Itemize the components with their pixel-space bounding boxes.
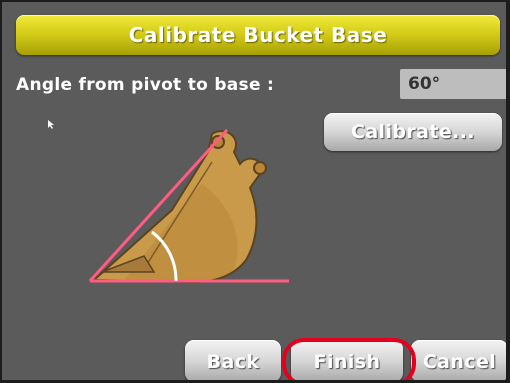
calibrate-button[interactable]: Calibrate... — [324, 113, 502, 151]
back-button[interactable]: Back — [185, 340, 281, 380]
angle-input[interactable]: 60° — [400, 69, 506, 99]
excavator-bucket-icon — [88, 128, 289, 284]
calibration-screen: Calibrate Bucket Base Angle from pivot t… — [2, 2, 506, 380]
finish-highlight-ring — [282, 338, 416, 380]
dialog-title: Calibrate Bucket Base — [16, 15, 500, 55]
angle-label: Angle from pivot to base : — [16, 75, 275, 95]
mouse-pointer-icon — [48, 120, 54, 129]
cancel-button[interactable]: Cancel — [411, 340, 506, 380]
